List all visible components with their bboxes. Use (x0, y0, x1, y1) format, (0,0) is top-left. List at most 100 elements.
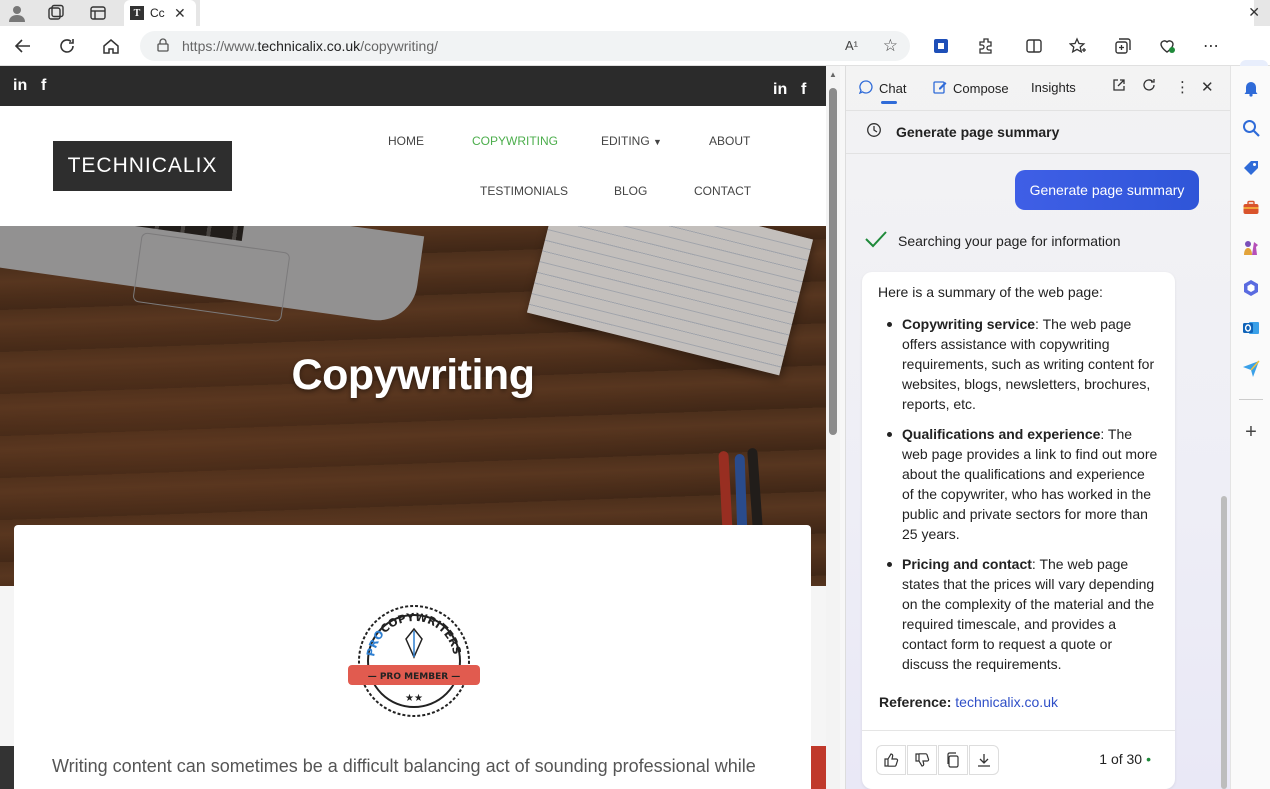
page-title: Copywriting (0, 351, 826, 400)
tab-title: Cc (150, 6, 165, 20)
tab-chat[interactable]: Chat (858, 80, 906, 104)
tab-insights-label: Insights (1031, 80, 1076, 95)
generate-summary-header[interactable]: Generate page summary (846, 110, 1231, 154)
site-logo[interactable]: TECHNICALIX (53, 141, 232, 191)
nav-copywriting[interactable]: COPYWRITING (472, 134, 558, 148)
generate-page-summary-button[interactable]: Generate page summary (1015, 170, 1199, 210)
favorite-star-icon[interactable]: ☆ (883, 36, 898, 56)
workspaces-icon[interactable] (44, 2, 68, 24)
nav-editing-label: EDITING (601, 134, 650, 148)
nav-contact[interactable]: CONTACT (694, 184, 751, 198)
summary-item: Pricing and contact: The web page states… (878, 554, 1160, 674)
close-pane-icon[interactable]: ✕ (1201, 78, 1214, 96)
status-dot: • (1146, 751, 1151, 767)
tab-strip: T Cc ✕ ✕ (0, 0, 1270, 26)
thumbs-up-icon[interactable] (876, 745, 906, 775)
window-close-icon[interactable]: ✕ (1248, 4, 1260, 21)
back-icon[interactable] (10, 34, 36, 58)
summary-item-text: : The web page states that the prices wi… (902, 556, 1155, 672)
copilot-tabs: Chat Compose Insights ⋮ ✕ (846, 66, 1231, 110)
thumbs-down-icon[interactable] (907, 745, 937, 775)
linkedin-icon[interactable]: in (13, 77, 27, 95)
reference-line: Reference: technicalix.co.uk (879, 694, 1058, 710)
nav-home[interactable]: HOME (388, 134, 424, 148)
refresh-icon[interactable] (54, 34, 80, 58)
nav-editing[interactable]: EDITING ▼ (601, 134, 662, 148)
copilot-pane: Chat Compose Insights ⋮ ✕ Generate page … (845, 66, 1231, 789)
side-image-left (0, 746, 14, 789)
scroll-up-icon[interactable]: ▲ (829, 70, 837, 79)
split-screen-icon[interactable] (1021, 34, 1047, 58)
export-download-icon[interactable] (969, 745, 999, 775)
address-bar[interactable]: https://www.technicalix.co.uk/copywritin… (140, 31, 910, 61)
nav-testimonials[interactable]: TESTIMONIALS (480, 184, 568, 198)
caret-down-icon: ▼ (653, 137, 662, 147)
scrollbar-thumb[interactable] (829, 88, 837, 435)
reference-label: Reference: (879, 694, 952, 710)
extensions-icon[interactable] (973, 34, 999, 58)
side-image-right (811, 746, 826, 789)
open-in-new-icon[interactable] (1112, 78, 1126, 96)
send-paper-plane-icon[interactable] (1241, 358, 1261, 378)
search-status-text: Searching your page for information (898, 232, 1121, 249)
history-icon[interactable] (866, 122, 882, 143)
tab-bar-empty-area (200, 0, 1254, 26)
facebook-icon[interactable]: f (41, 77, 46, 95)
facebook-icon[interactable]: f (801, 81, 806, 99)
procopywriters-badge-icon: PROCOPYWRITERS — PRO MEMBER — ★★ (348, 605, 480, 717)
summary-list: Copywriting service: The web page offers… (878, 314, 1160, 684)
summary-item-title: Pricing and contact (902, 556, 1032, 572)
summary-item-text: : The web page provides a link to find o… (902, 426, 1158, 542)
favorites-icon[interactable] (1065, 34, 1091, 58)
summary-item: Qualifications and experience: The web p… (878, 424, 1160, 544)
generate-summary-header-label: Generate page summary (896, 124, 1060, 140)
search-status: Searching your page for information (864, 230, 1121, 251)
notifications-bell-icon[interactable] (1241, 78, 1261, 98)
tools-briefcase-icon[interactable] (1241, 198, 1261, 218)
url-text[interactable]: https://www.technicalix.co.uk/copywritin… (182, 38, 438, 54)
copy-icon[interactable] (938, 745, 968, 775)
site-header: TECHNICALIX HOME COPYWRITING EDITING ▼ A… (0, 106, 826, 226)
chat-bubble-icon (858, 80, 873, 97)
svg-text:— PRO MEMBER —: — PRO MEMBER — (368, 672, 461, 682)
summary-item-title: Copywriting service (902, 316, 1036, 332)
close-tab-icon[interactable]: ✕ (174, 5, 186, 22)
svg-text:★★: ★★ (405, 693, 423, 704)
nav-blog[interactable]: BLOG (614, 184, 647, 198)
outlook-icon[interactable] (1241, 318, 1261, 338)
page-title-text: Copywriting (291, 351, 535, 399)
page-scrollbar[interactable]: ▲ (826, 66, 840, 789)
browser-essentials-icon[interactable] (1154, 34, 1180, 58)
active-tab[interactable]: T Cc ✕ (124, 0, 196, 26)
response-counter: 1 of 30 • (1099, 751, 1151, 767)
read-aloud-icon[interactable]: A¹ (845, 38, 858, 53)
tab-compose-label: Compose (953, 81, 1009, 96)
linkedin-icon[interactable]: in (773, 81, 787, 99)
home-icon[interactable] (98, 34, 124, 58)
collections-icon[interactable] (1110, 34, 1136, 58)
answer-footer: 1 of 30 • (862, 730, 1175, 789)
refresh-pane-icon[interactable] (1142, 78, 1156, 96)
tab-actions-icon[interactable] (86, 2, 110, 24)
reference-link[interactable]: technicalix.co.uk (955, 694, 1058, 710)
pane-scrollbar[interactable] (1221, 496, 1227, 789)
tab-compose[interactable]: Compose (933, 80, 1009, 97)
shopping-tag-icon[interactable] (1241, 158, 1261, 178)
profile-icon[interactable] (5, 2, 29, 24)
search-icon[interactable] (1241, 118, 1261, 138)
edge-sidebar-rail: + (1230, 66, 1270, 789)
more-menu-icon[interactable]: ⋯ (1198, 34, 1224, 58)
summary-intro: Here is a summary of the web page: (878, 284, 1103, 300)
lock-icon[interactable] (156, 37, 170, 55)
compose-pencil-icon (933, 80, 947, 97)
games-chess-icon[interactable] (1241, 238, 1261, 258)
response-counter-text: 1 of 30 (1099, 751, 1143, 767)
checkmark-icon (864, 230, 888, 251)
extension-shield-icon[interactable] (928, 34, 954, 58)
microsoft-365-icon[interactable] (1241, 278, 1261, 298)
tab-insights[interactable]: Insights (1031, 80, 1076, 95)
add-sidebar-app-icon[interactable]: + (1241, 421, 1261, 443)
lead-paragraph: Writing content can sometimes be a diffi… (52, 756, 756, 776)
more-options-icon[interactable]: ⋮ (1175, 78, 1190, 96)
nav-about[interactable]: ABOUT (709, 134, 750, 148)
